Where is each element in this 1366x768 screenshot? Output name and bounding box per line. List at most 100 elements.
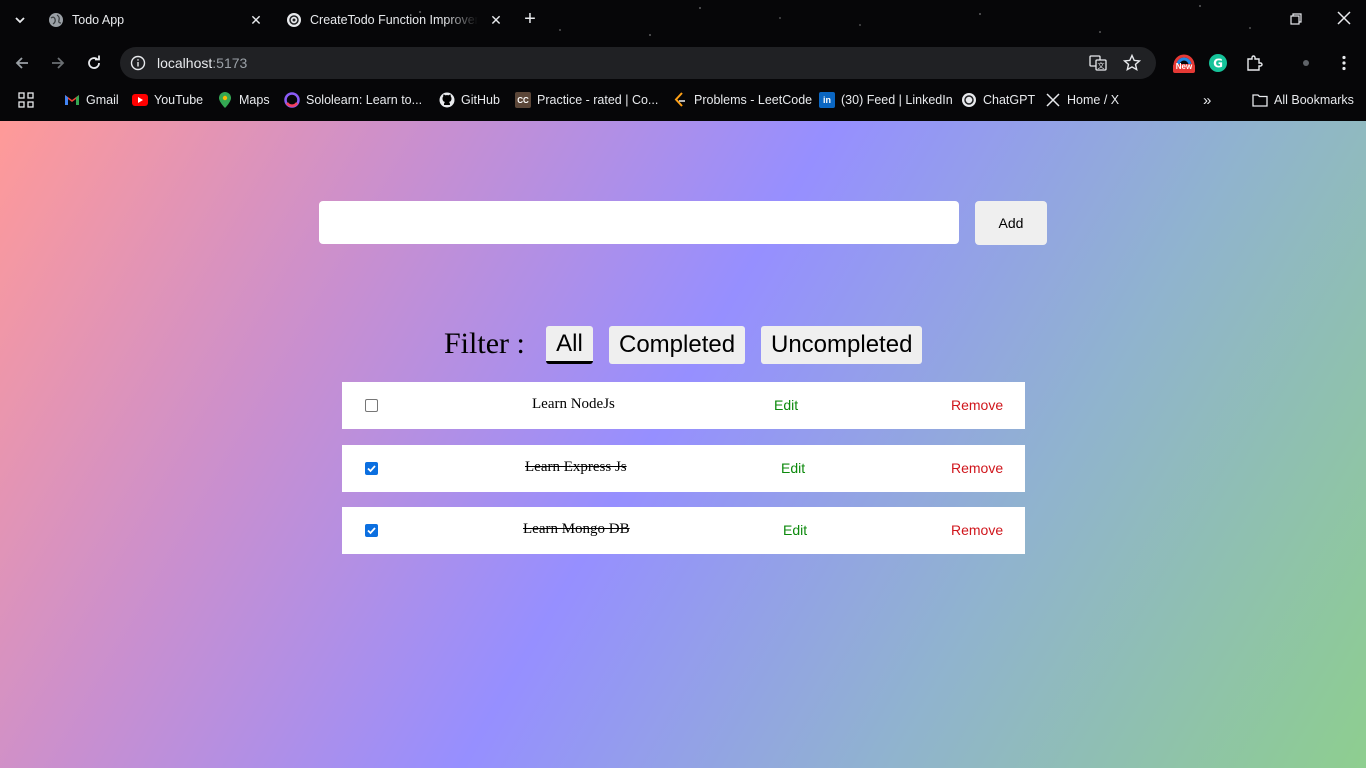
bookmark-sololearn[interactable]: Sololearn: Learn to...: [284, 88, 422, 112]
close-icon: [1337, 11, 1351, 25]
extension-new-button[interactable]: New: [1170, 51, 1198, 75]
github-icon: [439, 92, 455, 108]
chatgpt-icon: [961, 92, 977, 108]
menu-button[interactable]: [1332, 51, 1356, 75]
url-text: localhost:5173: [157, 55, 247, 71]
url-host: localhost: [157, 55, 213, 71]
translate-icon[interactable]: 文: [1088, 53, 1108, 73]
arrow-left-icon: [15, 57, 28, 69]
address-bar[interactable]: localhost:5173 文: [120, 47, 1156, 79]
reload-icon: [88, 55, 100, 69]
todo-text: Learn Express Js: [525, 459, 627, 475]
youtube-icon: [132, 92, 148, 108]
bookmark-label: Sololearn: Learn to...: [306, 93, 423, 107]
profile-icon: [1303, 60, 1309, 66]
bookmark-github[interactable]: GitHub: [439, 88, 500, 112]
tab-search-button[interactable]: [10, 10, 30, 30]
todo-checkbox[interactable]: [365, 524, 378, 537]
folder-icon: [1252, 92, 1268, 108]
arrow-right-icon: [52, 57, 65, 69]
kebab-menu-icon: [1342, 55, 1346, 71]
grammarly-button[interactable]: G: [1206, 51, 1230, 75]
bookmark-chatgpt[interactable]: ChatGPT: [961, 88, 1035, 112]
bookmark-leetcode[interactable]: Problems - LeetCode: [672, 88, 812, 112]
filter-completed-button[interactable]: Completed: [609, 326, 745, 364]
double-chevron-right-icon: »: [1203, 91, 1212, 109]
edit-button[interactable]: Edit: [783, 522, 807, 538]
puzzle-icon: [1247, 55, 1263, 71]
bookmark-label: Problems - LeetCode: [694, 93, 813, 107]
reload-button[interactable]: [82, 51, 106, 75]
bookmark-label: Gmail: [86, 93, 119, 107]
todo-checkbox[interactable]: [365, 399, 378, 412]
bookmark-label: Practice - rated | Co...: [537, 93, 659, 107]
remove-button[interactable]: Remove: [951, 397, 1003, 413]
back-button[interactable]: [10, 51, 34, 75]
tab-strip: Todo App ✕ CreateTodo Function Improvem …: [0, 0, 1366, 40]
svg-text:文: 文: [1098, 61, 1105, 70]
bookmark-codechef[interactable]: CC Practice - rated | Co...: [515, 88, 658, 112]
bookmark-label: GitHub: [461, 93, 500, 107]
apps-button[interactable]: [18, 88, 34, 112]
more-bookmarks-button[interactable]: »: [1203, 88, 1211, 112]
todo-checkbox[interactable]: [365, 462, 378, 475]
filter-all-button[interactable]: All: [546, 326, 593, 364]
remove-button[interactable]: Remove: [951, 460, 1003, 476]
page-viewport: Add Filter : All Completed Uncompleted L…: [0, 121, 1366, 768]
forward-button[interactable]: [46, 51, 70, 75]
linkedin-icon: in: [819, 92, 835, 108]
profile-button[interactable]: [1294, 51, 1318, 75]
info-icon[interactable]: [128, 53, 148, 73]
check-icon: [367, 527, 376, 535]
globe-icon: [48, 12, 64, 28]
restore-window-button[interactable]: [1284, 8, 1308, 32]
svg-text:G: G: [1213, 57, 1223, 71]
bookmark-label: Home / X: [1067, 93, 1120, 107]
todo-item: Learn Mongo DB Edit Remove: [342, 507, 1025, 554]
extensions-button[interactable]: [1242, 51, 1266, 75]
filter-uncompleted-button[interactable]: Uncompleted: [761, 326, 922, 364]
close-icon[interactable]: ✕: [248, 12, 264, 28]
browser-chrome: Todo App ✕ CreateTodo Function Improvem …: [0, 0, 1366, 121]
tab-createtodo[interactable]: CreateTodo Function Improvem ✕: [278, 4, 510, 36]
close-window-button[interactable]: [1332, 8, 1356, 32]
bookmark-linkedin[interactable]: in (30) Feed | LinkedIn: [819, 88, 953, 112]
star-icon[interactable]: [1122, 53, 1142, 73]
gmail-icon: [64, 92, 80, 108]
todo-text: Learn NodeJs: [532, 396, 615, 412]
close-icon[interactable]: ✕: [488, 12, 504, 28]
new-tab-button[interactable]: +: [520, 8, 540, 30]
bookmark-youtube[interactable]: YouTube: [132, 88, 203, 112]
grammarly-icon: G: [1209, 54, 1227, 72]
bookmark-label: (30) Feed | LinkedIn: [841, 93, 953, 107]
bookmark-x[interactable]: Home / X: [1045, 88, 1119, 112]
todo-item: Learn NodeJs Edit Remove: [342, 382, 1025, 429]
bookmark-gmail[interactable]: Gmail: [64, 88, 119, 112]
bookmark-maps[interactable]: Maps: [217, 88, 270, 112]
all-bookmarks[interactable]: All Bookmarks: [1252, 88, 1354, 112]
filter-label: Filter :: [444, 327, 525, 360]
todo-text: Learn Mongo DB: [523, 521, 630, 537]
tab-title: CreateTodo Function Improvem: [310, 13, 478, 27]
todo-input[interactable]: [319, 201, 959, 244]
add-button[interactable]: Add: [975, 201, 1047, 245]
edit-button[interactable]: Edit: [774, 397, 798, 413]
url-port: :5173: [212, 55, 248, 71]
bookmark-label: ChatGPT: [983, 93, 1036, 107]
edit-button[interactable]: Edit: [781, 460, 805, 476]
tab-todo-app[interactable]: Todo App ✕: [40, 4, 270, 36]
remove-button[interactable]: Remove: [951, 522, 1003, 538]
todo-item: Learn Express Js Edit Remove: [342, 445, 1025, 492]
bookmark-label: YouTube: [154, 93, 204, 107]
toolbar: localhost:5173 文 New G: [0, 44, 1366, 82]
maps-icon: [217, 92, 233, 108]
plus-icon: +: [524, 8, 536, 30]
leetcode-icon: [672, 92, 688, 108]
tab-title: Todo App: [72, 13, 125, 27]
restore-icon: [1290, 13, 1302, 25]
x-icon: [1045, 92, 1061, 108]
chatgpt-icon: [286, 12, 302, 28]
check-icon: [367, 465, 376, 473]
bookmarks-bar: Gmail YouTube Maps Sololearn: Learn to..…: [0, 88, 1366, 112]
sololearn-icon: [284, 92, 300, 108]
